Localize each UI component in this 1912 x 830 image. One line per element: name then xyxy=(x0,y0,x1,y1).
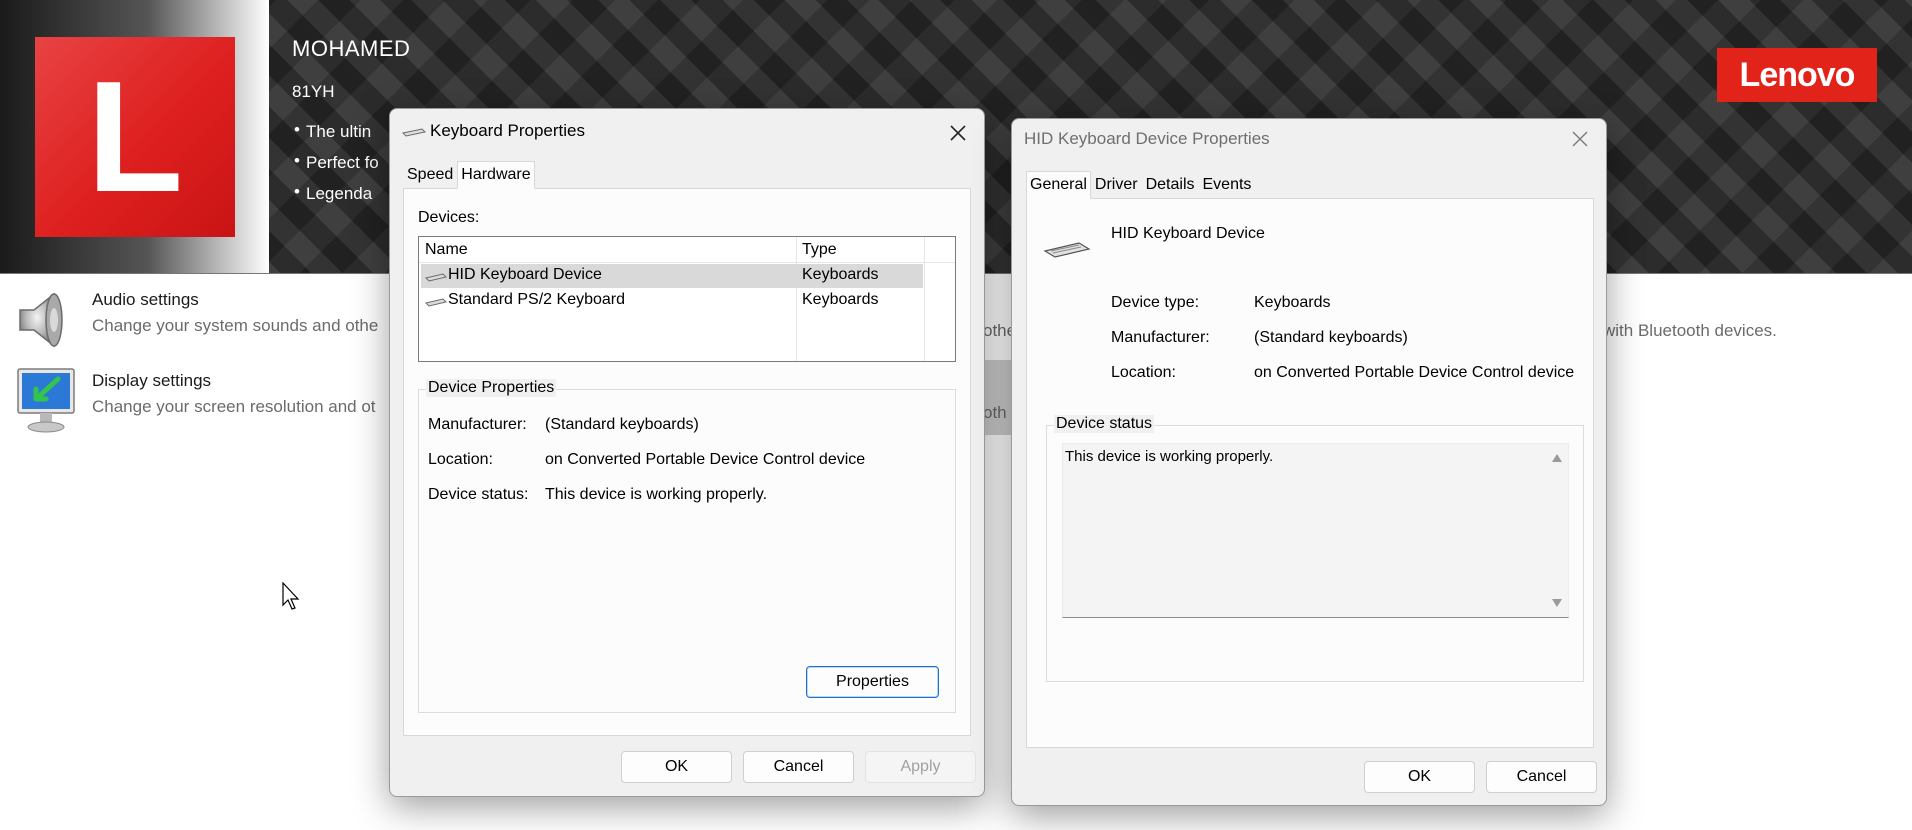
keyboard-icon xyxy=(425,298,447,307)
tab-details[interactable]: Details xyxy=(1142,171,1199,199)
bluetooth-description-fragment: with Bluetooth devices. xyxy=(1603,321,1777,340)
device-row-hid-keyboard[interactable]: HID Keyboard Device Keyboards xyxy=(421,264,923,288)
tab-events[interactable]: Events xyxy=(1199,171,1256,199)
oem-feature-item: The ultin xyxy=(294,118,379,151)
device-status-textbox[interactable]: This device is working properly. xyxy=(1062,443,1569,618)
hid-device-properties-dialog: HID Keyboard Device Properties General D… xyxy=(1011,118,1607,806)
manufacturer-value: (Standard keyboards) xyxy=(1254,329,1408,346)
device-type-label: Device type: xyxy=(1111,294,1200,311)
device-status-value: This device is working properly. xyxy=(545,486,768,503)
tab-speed[interactable]: Speed xyxy=(403,161,457,189)
speaker-icon xyxy=(14,284,84,354)
tab-general[interactable]: General xyxy=(1026,171,1091,199)
device-status-group: Device status This device is working pro… xyxy=(1046,415,1584,682)
model-number: 81YH xyxy=(292,82,335,101)
close-button[interactable] xyxy=(1562,123,1598,155)
keyboard-icon xyxy=(401,127,427,137)
device-type: Keyboards xyxy=(802,266,879,283)
close-icon xyxy=(950,125,966,141)
tab-driver[interactable]: Driver xyxy=(1091,171,1142,199)
device-name: Standard PS/2 Keyboard xyxy=(448,291,626,308)
dialog-title-text: Keyboard Properties xyxy=(430,121,585,140)
tab-bar: General Driver Details Events xyxy=(1026,171,1255,199)
audio-settings-description: Change your system sounds and othe xyxy=(92,316,379,335)
devices-list[interactable]: Name Type HID Keyboard Device Keyboards … xyxy=(418,236,956,362)
device-name: HID Keyboard Device xyxy=(1111,225,1265,242)
display-icon xyxy=(14,365,84,435)
dialog-title: Keyboard Properties xyxy=(401,121,585,141)
tab-hardware[interactable]: Hardware xyxy=(457,161,535,189)
devices-label: Devices: xyxy=(418,209,480,226)
device-row-ps2-keyboard[interactable]: Standard PS/2 Keyboard Keyboards xyxy=(421,289,923,313)
device-type-value: Keyboards xyxy=(1254,294,1331,311)
oem-logo: L xyxy=(35,37,235,237)
vertical-scrollbar[interactable] xyxy=(1546,444,1568,617)
manufacturer-value: (Standard keyboards) xyxy=(545,416,699,433)
close-icon xyxy=(1572,131,1588,147)
scroll-down-icon[interactable] xyxy=(1552,599,1562,607)
location-value: on Converted Portable Device Control dev… xyxy=(545,451,866,468)
oem-logo-letter: L xyxy=(86,49,184,225)
hardware-tab-panel: Devices: Name Type HID Keyboard Device K… xyxy=(403,188,971,736)
close-button[interactable] xyxy=(940,117,976,149)
brand-logo: Lenovo xyxy=(1717,48,1877,102)
device-status-text: This device is working properly. xyxy=(1065,448,1274,465)
cancel-button[interactable]: Cancel xyxy=(1486,761,1597,793)
location-label: Location: xyxy=(428,451,493,468)
manufacturer-label: Manufacturer: xyxy=(1111,329,1210,346)
cancel-button[interactable]: Cancel xyxy=(743,751,854,783)
oem-feature-item: Perfect fo xyxy=(294,149,379,182)
display-description-fragment: oth xyxy=(983,403,1007,422)
properties-button[interactable]: Properties xyxy=(806,666,939,698)
tab-bar: Speed Hardware xyxy=(403,161,535,189)
apply-button[interactable]: Apply xyxy=(865,751,976,783)
keyboard-properties-dialog: Keyboard Properties Speed Hardware Devic… xyxy=(389,108,985,797)
device-status-label: Device status: xyxy=(428,486,529,503)
mouse-cursor-icon xyxy=(282,582,300,610)
column-header-type[interactable]: Type xyxy=(802,241,837,259)
list-header: Name Type xyxy=(419,237,955,263)
ok-button[interactable]: OK xyxy=(621,751,732,783)
oem-feature-item: Legenda xyxy=(294,180,379,213)
hover-highlight xyxy=(983,360,1013,435)
oem-feature-list: The ultin Perfect fo Legenda xyxy=(294,118,379,213)
location-label: Location: xyxy=(1111,364,1176,381)
device-properties-group-label: Device Properties xyxy=(426,379,557,397)
dialog-title: HID Keyboard Device Properties xyxy=(1024,129,1270,148)
keyboard-icon xyxy=(425,273,447,282)
ok-button[interactable]: OK xyxy=(1364,761,1475,793)
scroll-up-icon[interactable] xyxy=(1552,454,1562,462)
device-status-group-label: Device status xyxy=(1054,415,1155,433)
owner-name: MOHAMED xyxy=(292,36,411,61)
column-header-name[interactable]: Name xyxy=(425,241,468,259)
general-tab-panel: HID Keyboard Device Device type: Keyboar… xyxy=(1026,198,1594,748)
device-type: Keyboards xyxy=(802,291,879,308)
keyboard-icon xyxy=(1043,242,1091,258)
device-properties-group: Device Properties Manufacturer: (Standar… xyxy=(418,379,956,713)
location-value: on Converted Portable Device Control dev… xyxy=(1254,364,1575,381)
column-divider xyxy=(924,237,925,361)
audio-settings-title[interactable]: Audio settings xyxy=(92,290,199,310)
manufacturer-label: Manufacturer: xyxy=(428,416,527,433)
display-settings-description: Change your screen resolution and ot xyxy=(92,397,376,416)
display-settings-title[interactable]: Display settings xyxy=(92,371,211,391)
device-name: HID Keyboard Device xyxy=(448,266,602,283)
